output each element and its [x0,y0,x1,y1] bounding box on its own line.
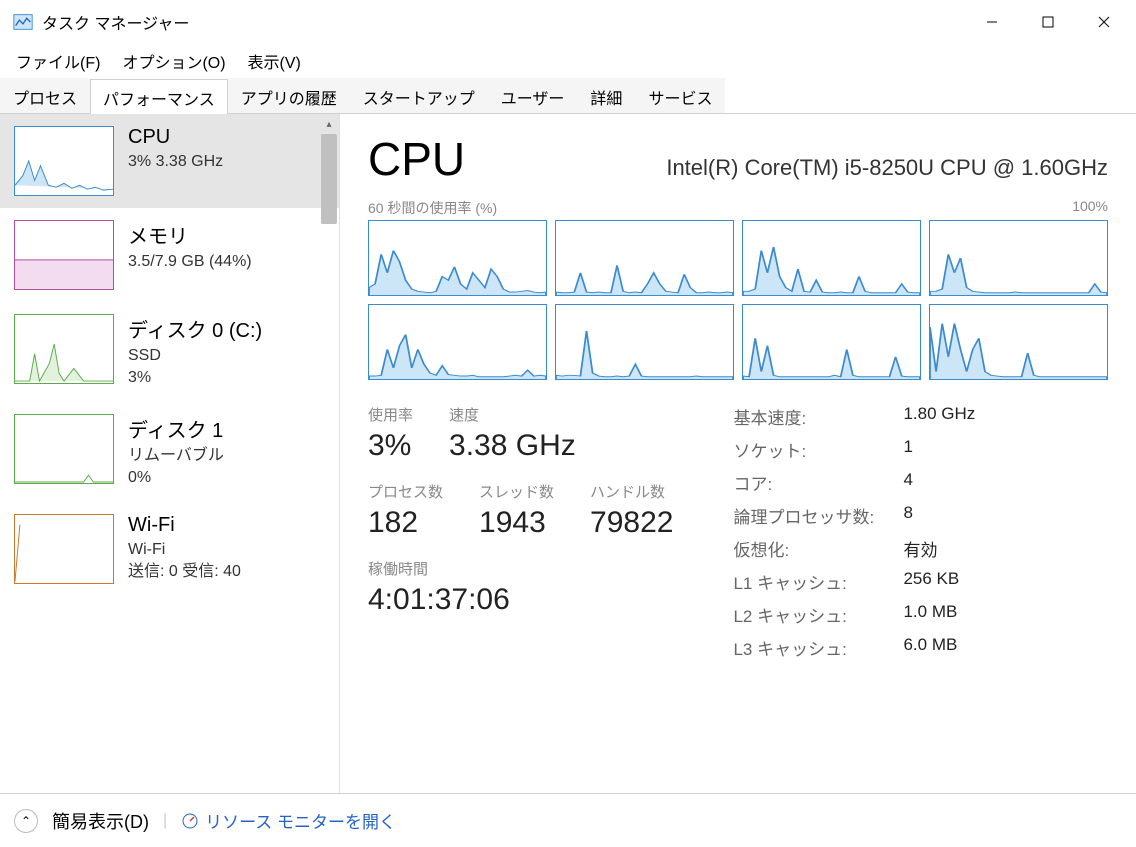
lprocs-value: 8 [903,503,912,528]
cpu-core-chart-6 [742,304,921,380]
sidebar-item-cpu[interactable]: CPU 3% 3.38 GHz [0,114,339,208]
footer: ⌃ 簡易表示(D) | リソース モニターを開く [0,793,1136,847]
cores-label: コア: [733,470,903,495]
l1-value: 256 KB [903,569,959,594]
cpu-core-grid [368,220,1108,380]
tab-services[interactable]: サービス [635,78,725,113]
tab-processes[interactable]: プロセス [0,78,90,113]
menu-view[interactable]: 表示(V) [238,45,311,77]
cores-value: 4 [903,470,912,495]
menu-file[interactable]: ファイル(F) [6,45,110,77]
cpu-model: Intel(R) Core(TM) i5-8250U CPU @ 1.60GHz [666,155,1108,181]
l1-label: L1 キャッシュ: [733,569,903,594]
memory-thumbnail-chart [14,220,114,290]
sockets-value: 1 [903,437,912,462]
thread-value: 1943 [479,506,554,540]
window-title: タスク マネージャー [42,10,964,34]
sidebar-disk1-sub2: 0% [128,467,325,489]
tab-history[interactable]: アプリの履歴 [228,78,350,113]
tab-bar: プロセス パフォーマンス アプリの履歴 スタートアップ ユーザー 詳細 サービス [0,78,1136,114]
sidebar-item-disk0[interactable]: ディスク 0 (C:) SSD 3% [0,302,339,402]
disk1-thumbnail-chart [14,414,114,484]
l2-label: L2 キャッシュ: [733,602,903,627]
cpu-core-chart-4 [368,304,547,380]
uptime-label: 稼働時間 [368,558,510,579]
sidebar-disk1-title: ディスク 1 [128,414,325,443]
tab-users[interactable]: ユーザー [488,78,578,113]
sidebar-item-wifi[interactable]: Wi-Fi Wi-Fi 送信: 0 受信: 40 [0,502,339,596]
minimize-button[interactable] [964,2,1020,42]
taskmanager-icon [12,11,34,33]
sidebar-disk0-title: ディスク 0 (C:) [128,314,325,343]
main-title: CPU [368,132,465,186]
scroll-up-icon[interactable]: ▴ [319,114,339,134]
sidebar-cpu-title: CPU [128,126,325,149]
lprocs-label: 論理プロセッサ数: [733,503,903,528]
resource-monitor-label: リソース モニターを開く [205,808,396,833]
separator: | [163,812,167,830]
util-value: 3% [368,429,413,463]
tab-details[interactable]: 詳細 [577,78,635,113]
scroll-thumb[interactable] [321,134,337,224]
chart-label-right: 100% [1072,198,1108,218]
sidebar-disk0-sub2: 3% [128,367,325,389]
l3-value: 6.0 MB [903,635,957,660]
resource-monitor-icon [181,812,199,830]
chart-label-left: 60 秒間の使用率 (%) [368,198,497,218]
base-speed-label: 基本速度: [733,404,903,429]
tab-startup[interactable]: スタートアップ [350,78,488,113]
speed-value: 3.38 GHz [449,429,576,463]
maximize-button[interactable] [1020,2,1076,42]
sidebar-disk0-sub1: SSD [128,345,325,367]
sidebar-scrollbar[interactable]: ▴ [319,114,339,793]
thread-label: スレッド数 [479,481,554,502]
virt-value: 有効 [903,536,937,561]
wifi-thumbnail-chart [14,514,114,584]
collapse-button[interactable]: ⌃ [14,809,38,833]
cpu-core-chart-5 [555,304,734,380]
sidebar-memory-title: メモリ [128,220,325,249]
proc-label: プロセス数 [368,481,443,502]
handle-label: ハンドル数 [590,481,673,502]
chevron-up-icon: ⌃ [21,814,31,828]
base-speed-value: 1.80 GHz [903,404,975,429]
proc-value: 182 [368,506,443,540]
virt-label: 仮想化: [733,536,903,561]
uptime-value: 4:01:37:06 [368,583,510,617]
cpu-core-chart-2 [742,220,921,296]
handle-value: 79822 [590,506,673,540]
sidebar-item-memory[interactable]: メモリ 3.5/7.9 GB (44%) [0,208,339,302]
close-button[interactable] [1076,2,1132,42]
resource-monitor-link[interactable]: リソース モニターを開く [181,808,396,833]
cpu-core-chart-1 [555,220,734,296]
main-panel: CPU Intel(R) Core(TM) i5-8250U CPU @ 1.6… [340,114,1136,793]
tab-performance[interactable]: パフォーマンス [90,79,228,114]
performance-sidebar: ▴ CPU 3% 3.38 GHz メモリ 3.5/7.9 GB (44%) [0,114,340,793]
util-label: 使用率 [368,404,413,425]
sidebar-memory-sub: 3.5/7.9 GB (44%) [128,251,325,273]
sidebar-disk1-sub1: リムーバブル [128,445,325,467]
sidebar-item-disk1[interactable]: ディスク 1 リムーバブル 0% [0,402,339,502]
sidebar-wifi-title: Wi-Fi [128,514,325,537]
speed-label: 速度 [449,404,576,425]
menubar: ファイル(F) オプション(O) 表示(V) [0,44,1136,78]
disk0-thumbnail-chart [14,314,114,384]
sidebar-cpu-sub: 3% 3.38 GHz [128,151,325,173]
cpu-core-chart-3 [929,220,1108,296]
cpu-core-chart-0 [368,220,547,296]
sockets-label: ソケット: [733,437,903,462]
sidebar-wifi-sub2: 送信: 0 受信: 40 [128,561,325,583]
cpu-core-chart-7 [929,304,1108,380]
menu-options[interactable]: オプション(O) [112,45,235,77]
titlebar: タスク マネージャー [0,0,1136,44]
simple-view-button[interactable]: 簡易表示(D) [52,808,149,834]
l2-value: 1.0 MB [903,602,957,627]
l3-label: L3 キャッシュ: [733,635,903,660]
cpu-thumbnail-chart [14,126,114,196]
sidebar-wifi-sub1: Wi-Fi [128,539,325,561]
